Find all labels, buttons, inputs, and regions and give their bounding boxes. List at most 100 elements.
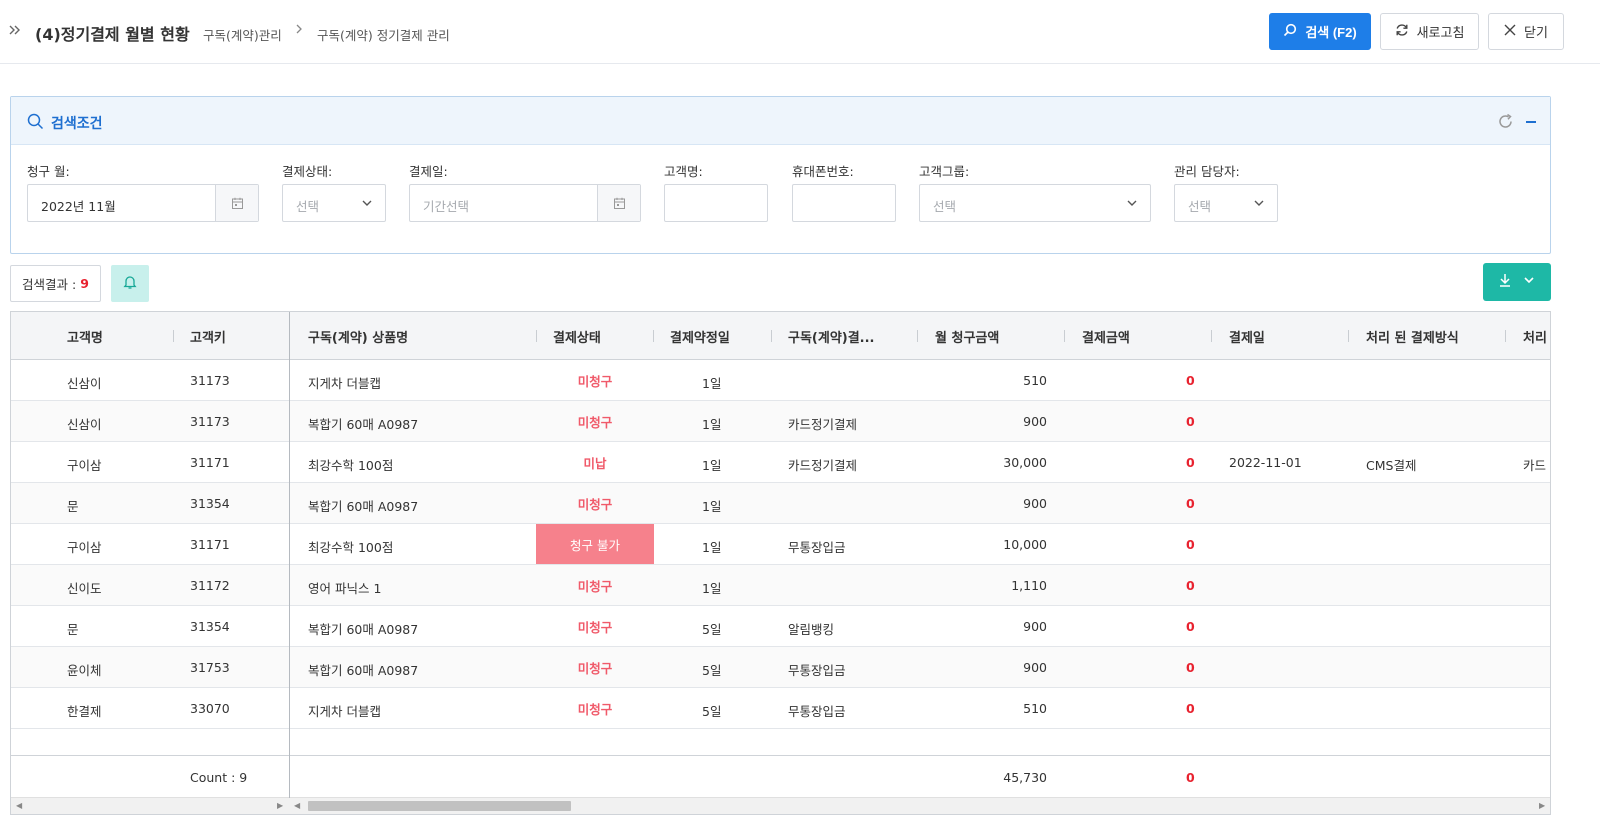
customer-name-input[interactable] — [664, 184, 768, 222]
column-header[interactable]: 구독(계약) 상품명 — [308, 327, 408, 346]
cell-status: 미청구 — [577, 660, 613, 676]
scroll-right-icon[interactable]: ▶ — [277, 801, 283, 810]
calendar-icon[interactable] — [215, 185, 258, 221]
scroll-left-icon[interactable]: ◀ — [294, 801, 300, 810]
column-divider[interactable] — [536, 330, 537, 342]
cell-due-day: 1일 — [702, 458, 722, 473]
cell-status: 미청구 — [577, 578, 613, 594]
column-divider[interactable] — [771, 330, 772, 342]
cell-billed: 30,000 — [1003, 455, 1047, 470]
frozen-column-divider — [289, 312, 290, 798]
download-button[interactable] — [1483, 263, 1551, 301]
cell-method: 무통장입금 — [788, 663, 846, 678]
column-divider[interactable] — [1064, 330, 1065, 342]
cell-product: 복합기 60매 A0987 — [308, 622, 419, 637]
scroll-left-icon[interactable]: ◀ — [16, 801, 22, 810]
cell-customer-name: 신삼이 — [67, 417, 102, 432]
column-divider[interactable] — [1211, 330, 1212, 342]
notification-button[interactable] — [111, 265, 149, 302]
cell-method: 카드정기결제 — [788, 458, 858, 473]
breadcrumb-item[interactable]: 구독(계약)관리 — [203, 25, 282, 44]
double-chevron-right-icon[interactable] — [8, 22, 24, 42]
breadcrumb-item[interactable]: 구독(계약) 정기결제 관리 — [317, 25, 450, 44]
cell-billed: 510 — [1023, 701, 1047, 716]
customer-name-label: 고객명: — [664, 164, 703, 179]
column-header[interactable]: 구독(계약)결... — [788, 327, 875, 346]
column-header[interactable]: 결제상태 — [553, 327, 601, 346]
refresh-button[interactable]: 새로고침 — [1380, 13, 1479, 50]
search-panel-title: 검색조건 — [51, 116, 103, 132]
column-divider[interactable] — [653, 330, 654, 342]
cell-customer-key: 31354 — [190, 496, 230, 511]
cell-product: 영어 파닉스 1 — [308, 581, 382, 596]
column-divider[interactable] — [917, 330, 918, 342]
table-row[interactable]: 한결제 33070 지게차 더블캡 미청구 5일 무통장입금 510 0 — [11, 688, 1550, 729]
cell-status: 미청구 — [577, 619, 613, 635]
cell-status: 미청구 — [577, 496, 613, 512]
refresh-button-label: 새로고침 — [1416, 25, 1465, 40]
payment-date-label: 결제일: — [409, 164, 448, 179]
manager-label: 관리 담당자: — [1174, 164, 1240, 179]
search-panel-header: 검색조건 — [11, 97, 1550, 145]
column-header[interactable]: 월 청구금액 — [935, 327, 999, 346]
search-icon — [1283, 23, 1297, 40]
horizontal-scrollbar[interactable]: ◀ ▶ ◀ ▶ — [11, 797, 1550, 814]
table-row[interactable]: 문 31354 복합기 60매 A0987 미청구 5일 알림뱅킹 900 0 — [11, 606, 1550, 647]
table-row[interactable]: 윤이체 31753 복합기 60매 A0987 미청구 5일 무통장입금 900… — [11, 647, 1550, 688]
column-divider[interactable] — [1348, 330, 1349, 342]
cell-customer-name: 구이삼 — [67, 540, 102, 555]
column-header[interactable]: 결제약정일 — [670, 327, 730, 346]
payment-status-select[interactable]: 선택 — [282, 184, 386, 222]
cell-billed: 900 — [1023, 414, 1047, 429]
column-divider[interactable] — [1505, 330, 1506, 342]
cell-due-day: 1일 — [702, 417, 722, 432]
page-title: (4)정기결제 월별 현황 — [35, 25, 190, 44]
column-header[interactable]: 결제금액 — [1082, 327, 1130, 346]
column-header[interactable]: 처리 된 결제방식 — [1366, 327, 1459, 346]
scrollbar-thumb[interactable] — [308, 801, 571, 811]
column-header[interactable]: 결제일 — [1229, 327, 1265, 346]
scroll-right-icon[interactable]: ▶ — [1539, 801, 1545, 810]
bell-icon — [122, 274, 138, 294]
refresh-icon — [1395, 23, 1409, 40]
cell-due-day: 5일 — [702, 663, 722, 678]
calendar-icon[interactable] — [597, 185, 640, 221]
page-header: (4)정기결제 월별 현황 구독(계약)관리 구독(계약) 정기결제 관리 검색… — [0, 0, 1600, 64]
table-row[interactable]: 신이도 31172 영어 파닉스 1 미청구 1일 1,110 0 — [11, 565, 1550, 606]
download-icon — [1499, 273, 1511, 291]
result-count-value: 9 — [80, 276, 89, 291]
table-row[interactable]: 신삼이 31173 지게차 더블캡 미청구 1일 510 0 — [11, 360, 1550, 401]
cell-status: 미납 — [583, 455, 607, 471]
cell-customer-name: 신이도 — [67, 581, 102, 596]
column-header[interactable]: 고객키 — [190, 327, 226, 346]
cell-status: 청구 불가 — [536, 524, 654, 564]
column-header[interactable]: 처리 — [1523, 327, 1547, 346]
grid-header: 고객명 고객키 구독(계약) 상품명 결제상태 결제약정일 구독(계약)결...… — [11, 312, 1550, 360]
billing-month-value: 2022년 11월 — [41, 199, 116, 214]
phone-label: 휴대폰번호: — [792, 164, 854, 179]
customer-group-select[interactable]: 선택 — [919, 184, 1151, 222]
billing-month-field[interactable]: 2022년 11월 — [27, 184, 259, 222]
cell-due-day: 5일 — [702, 704, 722, 719]
payment-date-field[interactable]: 기간선택 — [409, 184, 641, 222]
collapse-icon[interactable] — [1526, 121, 1536, 123]
cell-product: 복합기 60매 A0987 — [308, 499, 419, 514]
summary-billed-total: 45,730 — [1003, 770, 1047, 785]
table-row[interactable]: 구이삼 31171 최강수학 100점 청구 불가 1일 무통장입금 10,00… — [11, 524, 1550, 565]
cell-status: 미청구 — [577, 373, 613, 389]
table-row[interactable]: 신삼이 31173 복합기 60매 A0987 미청구 1일 카드정기결제 90… — [11, 401, 1550, 442]
customer-group-placeholder: 선택 — [933, 199, 957, 214]
search-button[interactable]: 검색 (F2) — [1269, 13, 1371, 50]
cell-method: 무통장입금 — [788, 704, 846, 719]
manager-select[interactable]: 선택 — [1174, 184, 1278, 222]
cell-customer-key: 31173 — [190, 414, 230, 429]
column-divider[interactable] — [173, 330, 174, 342]
reset-icon[interactable] — [1497, 113, 1514, 134]
table-row[interactable]: 구이삼 31171 최강수학 100점 미납 1일 카드정기결제 30,000 … — [11, 442, 1550, 483]
cell-customer-name: 한결제 — [67, 704, 102, 719]
close-icon — [1504, 24, 1516, 39]
close-button[interactable]: 닫기 — [1488, 13, 1564, 50]
column-header[interactable]: 고객명 — [67, 327, 103, 346]
table-row[interactable]: 문 31354 복합기 60매 A0987 미청구 1일 900 0 — [11, 483, 1550, 524]
phone-input[interactable] — [792, 184, 896, 222]
